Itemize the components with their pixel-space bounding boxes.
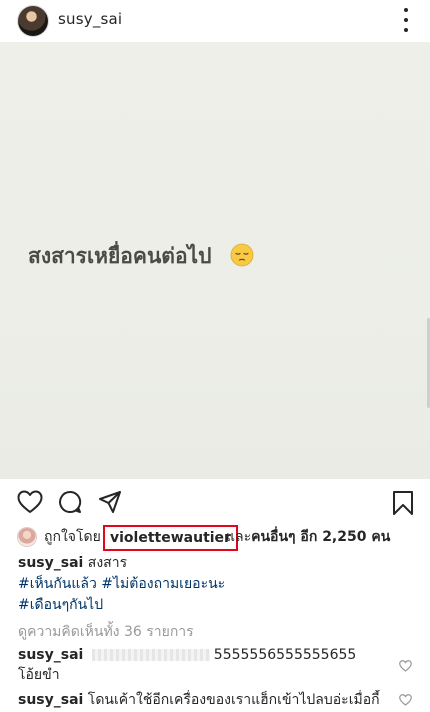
post-image-text: สงสารเหยื่อคนต่อไป [28,244,212,268]
redacted-text [91,649,210,661]
comment-like-heart-icon[interactable] [399,694,412,706]
view-all-comments-link[interactable]: ดูความคิดเห็นทั้ง 36 รายการ [18,621,194,643]
caption-text: สงสาร [87,555,128,571]
comment-text: โดนเค้าใช้อีกเครื่องของเราแฮ็กเข้าไปลบอ่… [87,692,380,708]
post-username[interactable]: susy_sai [58,10,122,28]
likes-row: ถูกใจโดย violettewautier และคนอื่นๆ อีก … [0,525,430,551]
comment-username[interactable]: susy_sai [18,692,83,708]
comment-item: susy_sai 5555556555555655 โอ้ยขำ [18,645,398,685]
caption-line-3: #เดือนๆกันไป [18,595,418,616]
hashtag[interactable]: #เห็นกันแล้ว [18,576,97,592]
liked-by-label: ถูกใจโดย [44,529,101,545]
bookmark-icon[interactable] [392,490,414,516]
heart-icon[interactable] [17,490,43,514]
comment-text-line-2: โอ้ยขำ [18,667,60,683]
more-vertical-icon[interactable] [399,8,413,32]
action-bar [0,480,430,522]
caption-line-2: #เห็นกันแล้ว #ไม่ต้องถามเยอะนะ [18,574,418,595]
comment-like-heart-icon[interactable] [399,660,412,672]
comment-text: 5555556555555655 [213,647,357,663]
caption-username[interactable]: susy_sai [18,555,83,571]
post-image[interactable]: สงสารเหยื่อคนต่อไป [0,42,430,479]
liker-avatar[interactable] [18,528,36,546]
profile-avatar[interactable] [18,6,48,36]
likes-others-count: คนอื่นๆ อีก 2,250 คน [251,529,391,545]
hashtag[interactable]: #เดือนๆกันไป [18,597,103,613]
liker-username[interactable]: violettewautier [103,525,238,551]
hashtag[interactable]: #ไม่ต้องถามเยอะนะ [101,576,225,592]
comment-icon[interactable] [58,490,82,514]
caption-line-1: susy_sai สงสาร [18,553,418,574]
likes-others[interactable]: และคนอื่นๆ อีก 2,250 คน [226,525,390,549]
comment-item: susy_sai โดนเค้าใช้อีกเครื่องของเราแฮ็กเ… [18,690,413,710]
pensive-face-emoji [230,243,254,267]
post-header: susy_sai [0,0,430,42]
likes-and-label: และ [226,529,252,545]
post-caption: susy_sai สงสาร #เห็นกันแล้ว #ไม่ต้องถามเ… [18,553,418,616]
comment-username[interactable]: susy_sai [18,647,83,663]
share-icon[interactable] [98,490,122,514]
